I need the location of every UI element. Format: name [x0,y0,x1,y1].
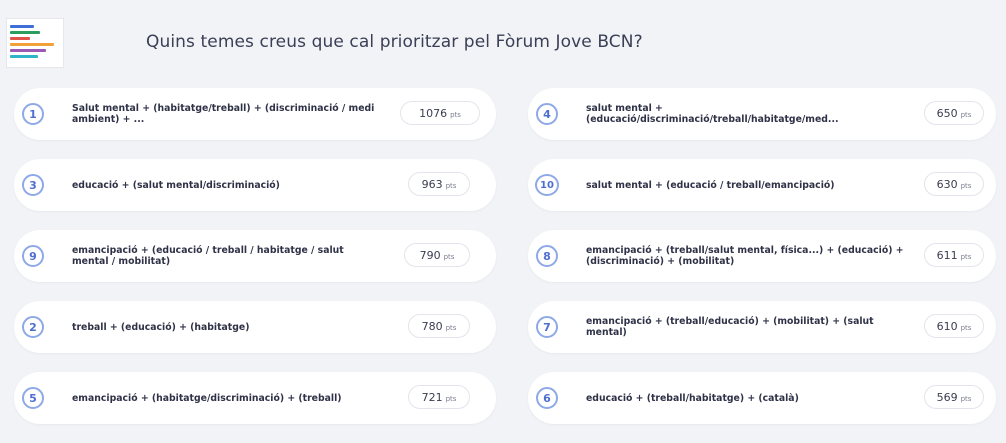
rank-badge: 7 [536,316,558,338]
rank-badge: 2 [22,316,44,338]
logo-line [10,25,34,28]
rank-badge: 9 [22,245,44,267]
rank-badge: 1 [22,103,44,125]
list-item[interactable]: 6 educació + (treball/habitatge) + (cata… [528,372,996,424]
points-value: 630 [936,178,958,191]
points-badge: 630 pts [924,172,984,196]
points-unit: pts [960,253,972,261]
points-value: 963 [421,178,443,191]
rank-badge: 10 [535,174,559,196]
item-label: emancipació + (educació / treball / habi… [72,230,382,282]
list-item[interactable]: 5 emancipació + (habitatge/discriminació… [14,372,496,424]
list-item[interactable]: 8 emancipació + (treball/salut mental, f… [528,230,996,282]
points-value: 780 [421,320,443,333]
points-value: 721 [421,391,443,404]
item-label: emancipació + (habitatge/discriminació) … [72,372,382,424]
item-label-text: emancipació + (educació / treball / habi… [72,245,344,267]
points-badge: 610 pts [924,314,984,338]
item-label: salut mental + (educació/discriminació/t… [586,88,916,140]
item-label: emancipació + (treball/educació) + (mobi… [586,301,916,353]
list-item[interactable]: 9 emancipació + (educació / treball / ha… [14,230,496,282]
list-item[interactable]: 1 Salut mental + (habitatge/treball) + (… [14,88,496,140]
points-value: 611 [936,249,958,262]
points-value: 1076 [419,107,448,120]
forum-jove-logo [6,18,64,68]
item-label-text: treball + (educació) + (habitatge) [72,321,250,333]
list-item[interactable]: 7 emancipació + (treball/educació) + (mo… [528,301,996,353]
points-unit: pts [445,324,457,332]
points-unit: pts [960,395,972,403]
list-item[interactable]: 10 salut mental + (educació / treball/em… [528,159,996,211]
list-item[interactable]: 3 educació + (salut mental/discriminació… [14,159,496,211]
logo-line [10,49,46,52]
logo-line [10,55,38,58]
item-label-text: emancipació + (treball/salut mental, fís… [586,245,904,267]
list-item[interactable]: 4 salut mental + (educació/discriminació… [528,88,996,140]
rank-badge: 6 [536,387,558,409]
logo-line [10,43,54,46]
item-label: educació + (treball/habitatge) + (català… [586,372,916,424]
points-badge: 963 pts [408,172,470,196]
item-label-text: salut mental + (educació / treball/emanc… [586,179,835,191]
points-badge: 611 pts [924,243,984,267]
rank-badge: 5 [22,387,44,409]
item-label: salut mental + (educació / treball/emanc… [586,159,916,211]
points-badge: 721 pts [408,385,470,409]
logo-line [10,31,40,34]
item-label-text: educació + (treball/habitatge) + (català… [586,392,799,404]
points-unit: pts [445,395,457,403]
rank-badge: 4 [536,103,558,125]
points-unit: pts [445,182,457,190]
item-label: Salut mental + (habitatge/treball) + (di… [72,88,382,140]
item-label: emancipació + (treball/salut mental, fís… [586,230,916,282]
item-label-text: Salut mental + (habitatge/treball) + (di… [72,103,375,125]
points-badge: 780 pts [408,314,470,338]
points-value: 610 [936,320,958,333]
item-label: treball + (educació) + (habitatge) [72,301,382,353]
points-unit: pts [450,111,461,119]
points-badge: 1076 pts [400,101,480,125]
logo-line [10,37,30,40]
item-label-text: educació + (salut mental/discriminació) [72,179,280,191]
item-label-text: salut mental + (educació/discriminació/t… [586,103,839,125]
points-unit: pts [960,111,972,119]
points-value: 650 [936,107,958,120]
rank-badge: 3 [22,174,44,196]
item-label: educació + (salut mental/discriminació) [72,159,382,211]
header: Quins temes creus que cal prioritzar pel… [0,0,1006,76]
item-label-text: emancipació + (treball/educació) + (mobi… [586,316,874,338]
points-badge: 790 pts [404,243,470,267]
list-item[interactable]: 2 treball + (educació) + (habitatge) 780… [14,301,496,353]
item-label-text: emancipació + (habitatge/discriminació) … [72,392,342,404]
rank-badge: 8 [536,245,558,267]
points-unit: pts [960,182,972,190]
page-title: Quins temes creus que cal prioritzar pel… [146,32,643,52]
points-value: 569 [936,391,958,404]
points-unit: pts [960,324,972,332]
points-unit: pts [443,253,455,261]
points-badge: 650 pts [924,101,984,125]
points-value: 790 [419,249,441,262]
points-badge: 569 pts [924,385,984,409]
